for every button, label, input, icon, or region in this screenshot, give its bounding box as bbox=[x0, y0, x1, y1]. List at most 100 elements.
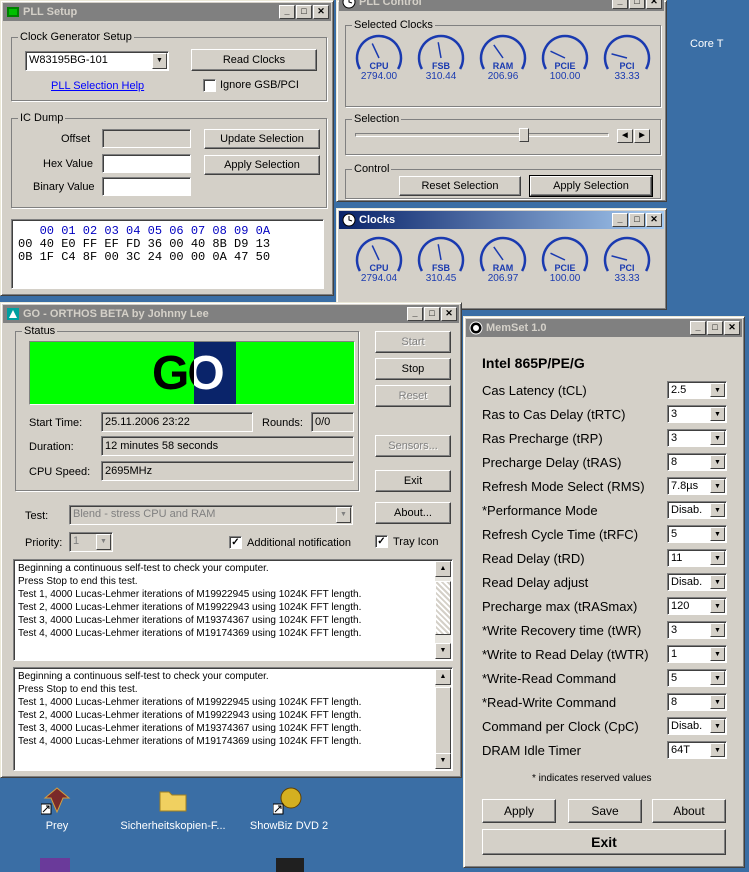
clock-gauge-cpu[interactable]: CPU 2794.04 bbox=[351, 235, 407, 284]
log-scrollbar[interactable]: ▲ ▼ bbox=[435, 669, 451, 769]
chevron-down-icon[interactable]: ▼ bbox=[710, 599, 725, 613]
timing-select[interactable]: 3 ▼ bbox=[667, 621, 727, 639]
maximize-button[interactable]: □ bbox=[629, 213, 645, 227]
reset-button[interactable]: Reset bbox=[375, 385, 451, 407]
apply-button[interactable]: Apply bbox=[482, 799, 556, 823]
minimize-button[interactable]: _ bbox=[279, 5, 295, 19]
selection-slider-thumb[interactable] bbox=[519, 128, 529, 142]
slider-right-button[interactable]: ▶ bbox=[634, 129, 650, 143]
close-button[interactable]: ✕ bbox=[646, 213, 662, 227]
binary-value-field[interactable] bbox=[102, 177, 191, 196]
orthos-titlebar[interactable]: GO - ORTHOS BETA by Johnny Lee _ □ ✕ bbox=[3, 305, 459, 323]
desktop-icon-sicherheitskopien[interactable]: Sicherheitskopien-F... bbox=[118, 784, 228, 832]
chevron-down-icon[interactable]: ▼ bbox=[710, 527, 725, 541]
scroll-thumb[interactable] bbox=[435, 581, 451, 635]
timing-select[interactable]: 3 ▼ bbox=[667, 405, 727, 423]
chevron-down-icon[interactable]: ▼ bbox=[710, 455, 725, 469]
ignore-gsb-checkbox[interactable] bbox=[203, 79, 216, 92]
start-button[interactable]: Start bbox=[375, 331, 451, 353]
clock-gauge-ram[interactable]: RAM 206.96 bbox=[475, 33, 531, 82]
desktop-icon-prey[interactable]: Prey bbox=[2, 784, 112, 832]
exit-button[interactable]: Exit bbox=[482, 829, 726, 855]
chip-select[interactable]: W83195BG-101 ▼ bbox=[25, 51, 169, 71]
clock-gauge-pci[interactable]: PCI 33.33 bbox=[599, 33, 655, 82]
scroll-up-icon[interactable]: ▲ bbox=[435, 669, 451, 685]
clock-gauge-fsb[interactable]: FSB 310.44 bbox=[413, 33, 469, 82]
chevron-down-icon[interactable]: ▼ bbox=[710, 551, 725, 565]
chevron-down-icon[interactable]: ▼ bbox=[710, 575, 725, 589]
clock-gauge-fsb[interactable]: FSB 310.45 bbox=[413, 235, 469, 284]
timing-select[interactable]: 64T ▼ bbox=[667, 741, 727, 759]
scroll-thumb[interactable] bbox=[435, 687, 451, 757]
chevron-down-icon[interactable]: ▼ bbox=[710, 647, 725, 661]
chevron-down-icon[interactable]: ▼ bbox=[710, 431, 725, 445]
scroll-down-icon[interactable]: ▼ bbox=[435, 643, 451, 659]
timing-select[interactable]: 7.8µs ▼ bbox=[667, 477, 727, 495]
timing-select[interactable]: 1 ▼ bbox=[667, 645, 727, 663]
about-button[interactable]: About bbox=[652, 799, 726, 823]
desktop-icon-core[interactable]: Core T bbox=[690, 38, 749, 50]
additional-notification-checkbox[interactable]: ✓ bbox=[229, 536, 242, 549]
offset-field[interactable] bbox=[102, 129, 191, 148]
maximize-button[interactable]: □ bbox=[424, 307, 440, 321]
minimize-button[interactable]: _ bbox=[690, 321, 706, 335]
clock-gauge-pci[interactable]: PCI 33.33 bbox=[599, 235, 655, 284]
chevron-down-icon[interactable]: ▼ bbox=[96, 534, 111, 550]
timing-select[interactable]: 3 ▼ bbox=[667, 429, 727, 447]
chevron-down-icon[interactable]: ▼ bbox=[710, 671, 725, 685]
test-select[interactable]: Blend - stress CPU and RAM ▼ bbox=[69, 505, 353, 525]
maximize-button[interactable]: □ bbox=[629, 0, 645, 9]
clock-gauge-ram[interactable]: RAM 206.97 bbox=[475, 235, 531, 284]
timing-select[interactable]: 120 ▼ bbox=[667, 597, 727, 615]
apply-selection-button[interactable]: Apply Selection bbox=[529, 175, 653, 197]
chevron-down-icon[interactable]: ▼ bbox=[710, 503, 725, 517]
save-button[interactable]: Save bbox=[568, 799, 642, 823]
chevron-down-icon[interactable]: ▼ bbox=[336, 507, 351, 523]
timing-select[interactable]: 8 ▼ bbox=[667, 693, 727, 711]
priority-select[interactable]: 1 ▼ bbox=[69, 532, 113, 552]
update-selection-button[interactable]: Update Selection bbox=[204, 129, 320, 149]
chevron-down-icon[interactable]: ▼ bbox=[710, 743, 725, 757]
scroll-up-icon[interactable]: ▲ bbox=[435, 561, 451, 577]
minimize-button[interactable]: _ bbox=[407, 307, 423, 321]
pll-control-titlebar[interactable]: PLL Control _ □ ✕ bbox=[339, 0, 664, 11]
stop-button[interactable]: Stop bbox=[375, 358, 451, 380]
timing-select[interactable]: 11 ▼ bbox=[667, 549, 727, 567]
clock-gauge-pcie[interactable]: PCIE 100.00 bbox=[537, 33, 593, 82]
close-button[interactable]: ✕ bbox=[313, 5, 329, 19]
close-button[interactable]: ✕ bbox=[724, 321, 740, 335]
maximize-button[interactable]: □ bbox=[296, 5, 312, 19]
pll-selection-help-link[interactable]: PLL Selection Help bbox=[51, 80, 144, 92]
timing-select[interactable]: 5 ▼ bbox=[667, 525, 727, 543]
hex-value-field[interactable] bbox=[102, 154, 191, 173]
tray-icon-checkbox[interactable]: ✓ bbox=[375, 535, 388, 548]
apply-selection-button[interactable]: Apply Selection bbox=[204, 155, 320, 175]
desktop-icon-showbiz[interactable]: ShowBiz DVD 2 bbox=[234, 784, 344, 832]
chevron-down-icon[interactable]: ▼ bbox=[710, 407, 725, 421]
chevron-down-icon[interactable]: ▼ bbox=[710, 719, 725, 733]
ic-dump-hex-view[interactable]: 00 01 02 03 04 05 06 07 08 09 0A 00 40 E… bbox=[11, 219, 324, 289]
reset-selection-button[interactable]: Reset Selection bbox=[399, 176, 521, 196]
exit-button[interactable]: Exit bbox=[375, 470, 451, 492]
clock-gauge-cpu[interactable]: CPU 2794.00 bbox=[351, 33, 407, 82]
test-log-1[interactable]: Beginning a continuous self-test to chec… bbox=[13, 559, 453, 661]
close-button[interactable]: ✕ bbox=[441, 307, 457, 321]
pll-setup-titlebar[interactable]: PLL Setup _ □ ✕ bbox=[3, 3, 331, 21]
maximize-button[interactable]: □ bbox=[707, 321, 723, 335]
chevron-down-icon[interactable]: ▼ bbox=[152, 53, 167, 69]
chevron-down-icon[interactable]: ▼ bbox=[710, 695, 725, 709]
scroll-down-icon[interactable]: ▼ bbox=[435, 753, 451, 769]
clock-gauge-pcie[interactable]: PCIE 100.00 bbox=[537, 235, 593, 284]
close-button[interactable]: ✕ bbox=[646, 0, 662, 9]
minimize-button[interactable]: _ bbox=[612, 213, 628, 227]
selection-slider-track[interactable] bbox=[355, 133, 609, 137]
chevron-down-icon[interactable]: ▼ bbox=[710, 623, 725, 637]
test-log-2[interactable]: Beginning a continuous self-test to chec… bbox=[13, 667, 453, 771]
timing-select[interactable]: 5 ▼ bbox=[667, 669, 727, 687]
about-button[interactable]: About... bbox=[375, 502, 451, 524]
log-scrollbar[interactable]: ▲ ▼ bbox=[435, 561, 451, 659]
timing-select[interactable]: 8 ▼ bbox=[667, 453, 727, 471]
timing-select[interactable]: Disab. ▼ bbox=[667, 717, 727, 735]
timing-select[interactable]: Disab. ▼ bbox=[667, 573, 727, 591]
memset-titlebar[interactable]: MemSet 1.0 _ □ ✕ bbox=[466, 319, 742, 337]
